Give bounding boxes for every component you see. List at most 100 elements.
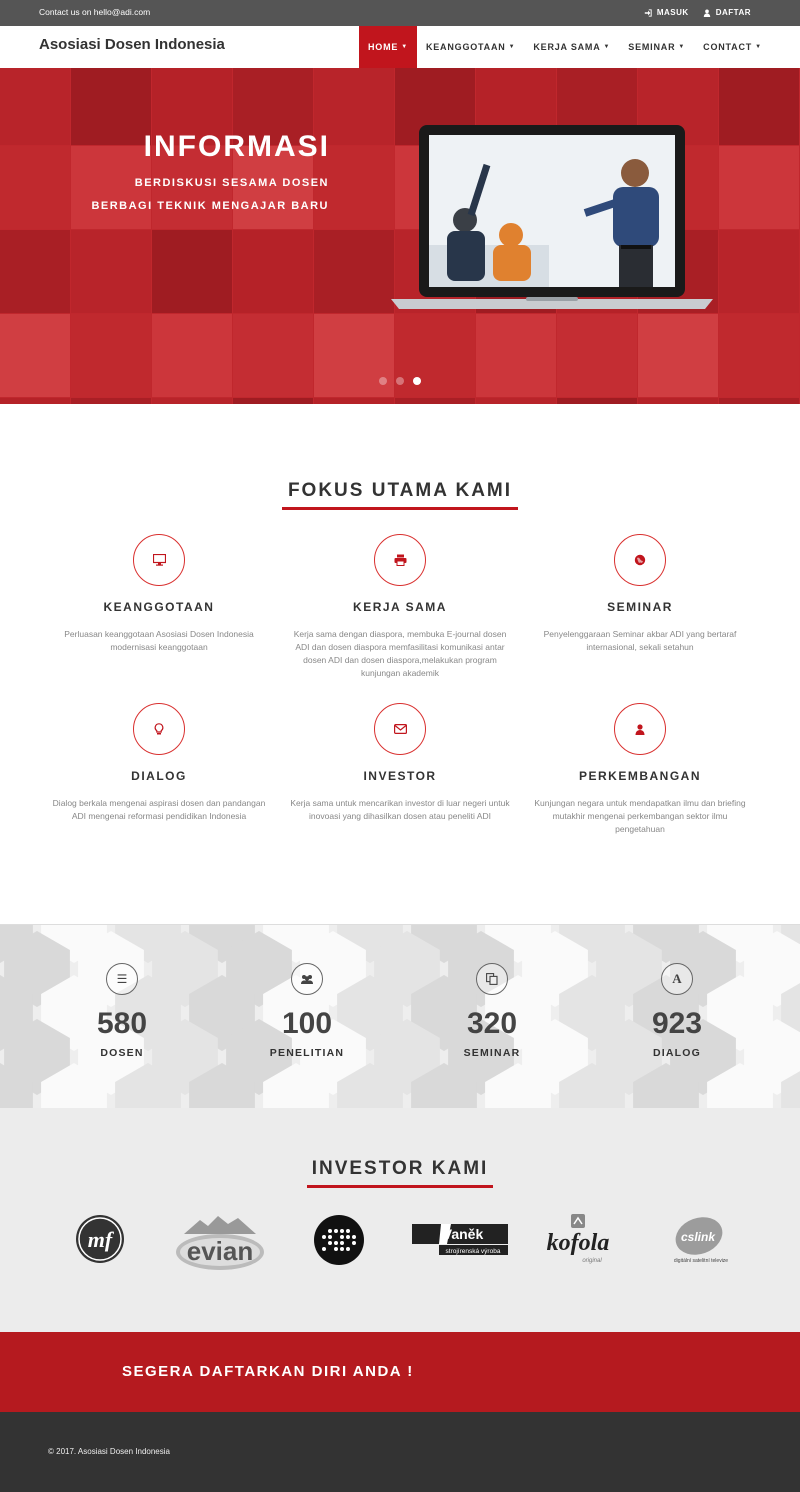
stat-label: DOSEN: [100, 1047, 144, 1059]
caret-down-icon: ▼: [401, 44, 408, 50]
logo-dot: [346, 1229, 350, 1233]
svg-text:mf: mf: [88, 1227, 115, 1252]
carousel-dot-3[interactable]: [413, 377, 421, 385]
carousel-dot-1[interactable]: [379, 377, 387, 385]
nav-contact[interactable]: CONTACT ▼: [694, 26, 771, 68]
feature-title: KEANGGOTAAN: [103, 600, 215, 614]
login-label: MASUK: [656, 8, 689, 17]
feature-title: KERJA SAMA: [353, 600, 447, 614]
svg-text:Vaněk: Vaněk: [443, 1226, 484, 1242]
register-link[interactable]: DAFTAR: [703, 8, 751, 17]
focus-section-title: FOKUS UTAMA KAMI: [287, 480, 513, 501]
stat-label: PENELITIAN: [269, 1047, 345, 1059]
mosaic-tile: [719, 146, 799, 229]
stat-label: DIALOG: [652, 1047, 702, 1059]
stat-number: 923: [651, 1007, 703, 1040]
cslink-logo[interactable]: cslink digitální satelitní televize: [665, 1214, 739, 1268]
nav-kerja-sama-label: KERJA SAMA: [533, 42, 601, 52]
svg-text:kofola: kofola: [547, 1230, 610, 1256]
font-icon: A: [661, 963, 693, 995]
mosaic-tile: [0, 68, 70, 145]
mosaic-tile: [719, 68, 799, 145]
feature-keanggotaan: KEANGGOTAAN Perluasan keanggotaan Asosia…: [39, 534, 279, 654]
logo-dot: [334, 1229, 338, 1233]
title-underline: [307, 1185, 493, 1188]
mosaic-tile: [233, 314, 313, 397]
svg-text:evian: evian: [187, 1236, 254, 1266]
caret-down-icon: ▼: [755, 44, 762, 50]
nav-keanggotaan[interactable]: KEANGGOTAAN ▼: [417, 26, 524, 68]
carousel-indicators: [379, 377, 421, 385]
feature-title: DIALOG: [131, 769, 187, 783]
investor-section-title: INVESTOR KAMI: [311, 1158, 489, 1179]
copyright-text: © 2017. Asosiasi Dosen Indonesia: [48, 1447, 170, 1456]
logo-dot: [328, 1235, 332, 1239]
stat-number: 100: [281, 1007, 333, 1040]
mosaic-tile: [71, 230, 151, 313]
mosaic-tile: [476, 314, 556, 397]
mosaic-tile: [719, 230, 799, 313]
site-brand[interactable]: Asosiasi Dosen Indonesia: [39, 36, 225, 53]
logo-dot: [352, 1241, 356, 1245]
main-navbar: Asosiasi Dosen Indonesia HOME ▼ KEANGGOTA…: [0, 26, 800, 68]
logo-dot: [346, 1235, 350, 1239]
stat-number: 320: [466, 1007, 518, 1040]
login-link[interactable]: MASUK: [644, 8, 689, 17]
register-cta-banner[interactable]: SEGERA DAFTARKAN DIRI ANDA !: [0, 1332, 800, 1412]
globe-icon: [614, 534, 666, 586]
contact-email-text: Contact us on hello@adi.com: [39, 7, 151, 17]
svg-text:original: original: [582, 1258, 602, 1264]
logo-dot: [322, 1235, 326, 1239]
nav-home[interactable]: HOME ▼: [359, 26, 417, 68]
nav-kerja-sama[interactable]: KERJA SAMA ▼: [524, 26, 619, 68]
auth-links: MASUK DAFTAR: [644, 8, 751, 17]
sign-in-icon: [644, 8, 652, 17]
feature-perkembangan: PERKEMBANGAN Kunjungan negara untuk mend…: [520, 703, 760, 836]
nav-seminar-label: SEMINAR: [628, 42, 676, 52]
feature-seminar: SEMINAR Penyelenggaraan Seminar akbar AD…: [520, 534, 760, 654]
feature-text: Kerja sama untuk mencarikan investor di …: [290, 798, 510, 821]
mosaic-tile: [71, 68, 151, 145]
mosaic-tile: [0, 146, 70, 229]
focus-section: FOKUS UTAMA KAMI KEANGGOTAAN Perluasan k…: [0, 404, 800, 924]
main-menu: HOME ▼ KEANGGOTAAN ▼ KERJA SAMA ▼ SEMINAR ▼ …: [359, 26, 771, 68]
stat-label: SEMINAR: [463, 1047, 521, 1059]
logo-dot: [334, 1241, 338, 1245]
mf-logo[interactable]: mf: [75, 1214, 125, 1264]
dots-logo[interactable]: [313, 1214, 365, 1266]
svg-text:strojírenská výroba: strojírenská výroba: [446, 1248, 501, 1255]
svg-text:digitální satelitní televize: digitální satelitní televize: [674, 1258, 728, 1264]
mosaic-tile: [638, 314, 718, 397]
logo-dot: [328, 1229, 332, 1233]
site-footer: © 2017. Asosiasi Dosen Indonesia: [0, 1412, 800, 1492]
stat-penelitian: 100 PENELITIAN: [247, 963, 367, 1059]
stat-number: 580: [96, 1007, 148, 1040]
logo-dot: [346, 1247, 350, 1251]
feature-title: INVESTOR: [363, 769, 437, 783]
investor-section: INVESTOR KAMI mf evian Vaněk strojírensk…: [0, 1108, 800, 1332]
nav-contact-label: CONTACT: [703, 42, 753, 52]
kofola-logo[interactable]: kofola original: [544, 1212, 616, 1268]
laptop-classroom-image: [391, 125, 713, 309]
list-icon: ☰: [106, 963, 138, 995]
mosaic-tile: [0, 230, 70, 313]
monitor-icon: [133, 534, 185, 586]
mosaic-tile: [71, 314, 151, 397]
hero-carousel[interactable]: INFORMASI BERDISKUSI SESAMA DOSEN BERBAG…: [0, 68, 800, 404]
title-underline: [282, 507, 518, 510]
user-icon: [703, 9, 710, 17]
vanek-logo[interactable]: Vaněk strojírenská výroba: [411, 1222, 509, 1258]
printer-icon: [374, 534, 426, 586]
svg-text:cslink: cslink: [681, 1230, 716, 1244]
caret-down-icon: ▼: [603, 44, 611, 50]
nav-seminar[interactable]: SEMINAR ▼: [619, 26, 694, 68]
hero-title: INFORMASI: [143, 130, 330, 163]
logo-dot: [340, 1229, 344, 1233]
carousel-dot-2[interactable]: [396, 377, 404, 385]
feature-investor: INVESTOR Kerja sama untuk mencarikan inv…: [280, 703, 520, 823]
envelope-icon: [374, 703, 426, 755]
evian-logo[interactable]: evian: [174, 1212, 266, 1272]
logo-dot: [352, 1235, 356, 1239]
users-icon: [291, 963, 323, 995]
mosaic-tile: [0, 314, 70, 397]
